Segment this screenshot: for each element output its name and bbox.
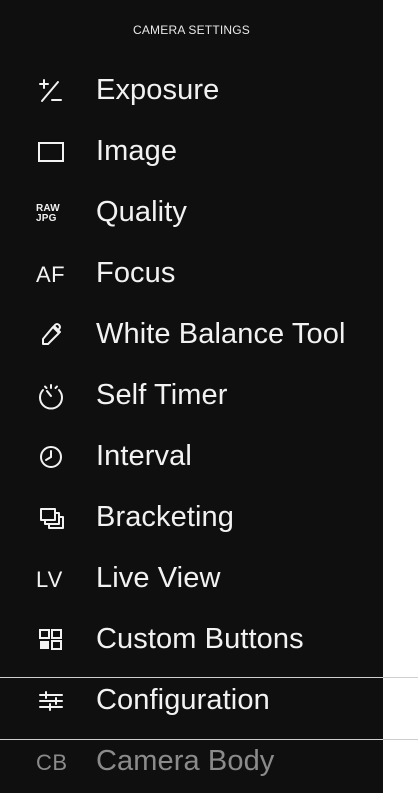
menu-item-bracketing[interactable]: Bracketing: [0, 487, 383, 548]
raw-jpg-icon: RAW JPG: [0, 182, 96, 243]
panel-title: CAMERA SETTINGS: [132, 23, 251, 37]
menu-item-white-balance-tool[interactable]: White Balance Tool: [0, 304, 383, 365]
menu-item-label: Camera Body: [96, 745, 275, 777]
lv-icon-text: LV: [36, 566, 64, 592]
settings-menu: Exposure Image RAW JPG Quality AF Focus …: [0, 60, 383, 792]
menu-item-configuration[interactable]: Configuration: [0, 670, 383, 731]
af-icon-text: AF: [36, 261, 66, 287]
sliders-icon: [0, 670, 96, 731]
menu-item-exposure[interactable]: Exposure: [0, 60, 383, 121]
menu-item-camera-body[interactable]: CB Camera Body: [0, 731, 383, 792]
cb-icon: CB: [0, 731, 96, 792]
interval-clock-icon: [0, 426, 96, 487]
raw-jpg-icon-text: RAW JPG: [36, 202, 60, 224]
menu-item-label: Bracketing: [96, 501, 235, 533]
menu-item-label: Interval: [96, 440, 192, 472]
plus-minus-icon: [0, 60, 96, 121]
menu-item-label: Self Timer: [96, 379, 228, 411]
menu-item-label: White Balance Tool: [96, 318, 346, 350]
bracketing-icon: [0, 487, 96, 548]
self-timer-icon: [0, 365, 96, 426]
menu-item-focus[interactable]: AF Focus: [0, 243, 383, 304]
menu-item-label: Focus: [96, 257, 176, 289]
menu-item-interval[interactable]: Interval: [0, 426, 383, 487]
menu-item-label: Custom Buttons: [96, 623, 304, 655]
af-icon: AF: [0, 243, 96, 304]
configuration-separator-top: [0, 677, 418, 678]
menu-item-self-timer[interactable]: Self Timer: [0, 365, 383, 426]
frame-icon: [0, 121, 96, 182]
menu-item-image[interactable]: Image: [0, 121, 383, 182]
configuration-separator-bottom: [0, 739, 418, 740]
camera-settings-panel: CAMERA SETTINGS Exposure Image RAW JPG Q…: [0, 0, 383, 793]
cb-icon-text: CB: [36, 749, 68, 775]
eyedropper-icon: [0, 304, 96, 365]
menu-item-label: Quality: [96, 196, 187, 228]
menu-item-label: Live View: [96, 562, 221, 594]
menu-item-label: Configuration: [96, 684, 270, 716]
menu-item-quality[interactable]: RAW JPG Quality: [0, 182, 383, 243]
menu-item-live-view[interactable]: LV Live View: [0, 548, 383, 609]
custom-buttons-icon: [0, 609, 96, 670]
menu-item-custom-buttons[interactable]: Custom Buttons: [0, 609, 383, 670]
menu-item-label: Image: [96, 135, 178, 167]
lv-icon: LV: [0, 548, 96, 609]
menu-item-label: Exposure: [96, 74, 220, 106]
